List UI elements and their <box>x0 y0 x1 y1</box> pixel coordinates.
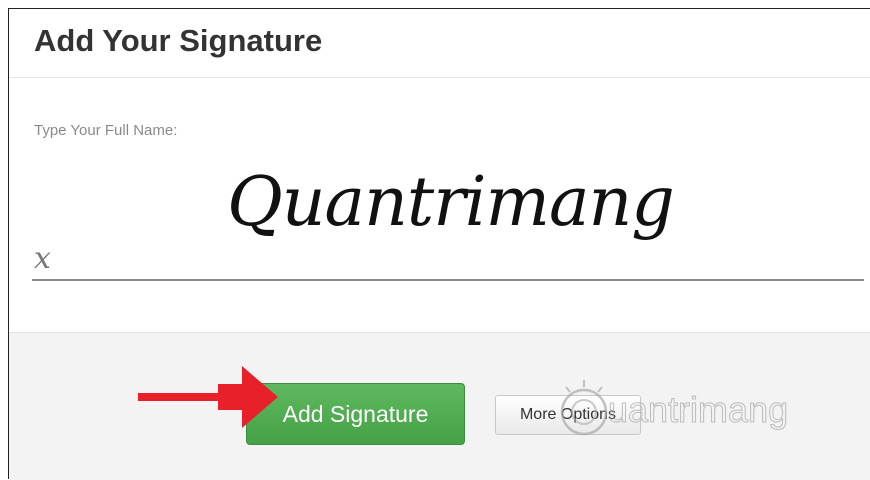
watermark-logo-icon <box>560 380 608 436</box>
signature-preview[interactable]: Quantrimang <box>227 163 675 242</box>
add-signature-button[interactable]: Add Signature <box>246 383 465 445</box>
dialog-header: Add Your Signature <box>9 9 870 78</box>
page-title: Add Your Signature <box>34 23 323 58</box>
watermark-text: uantrimang <box>607 389 789 431</box>
red-arrow-icon <box>138 366 278 428</box>
signature-line <box>32 279 864 281</box>
watermark: uantrimang <box>556 376 866 446</box>
full-name-label: Type Your Full Name: <box>34 122 178 139</box>
signature-x-marker: x <box>34 241 51 276</box>
signature-input-area[interactable]: x Quantrimang <box>32 159 864 283</box>
